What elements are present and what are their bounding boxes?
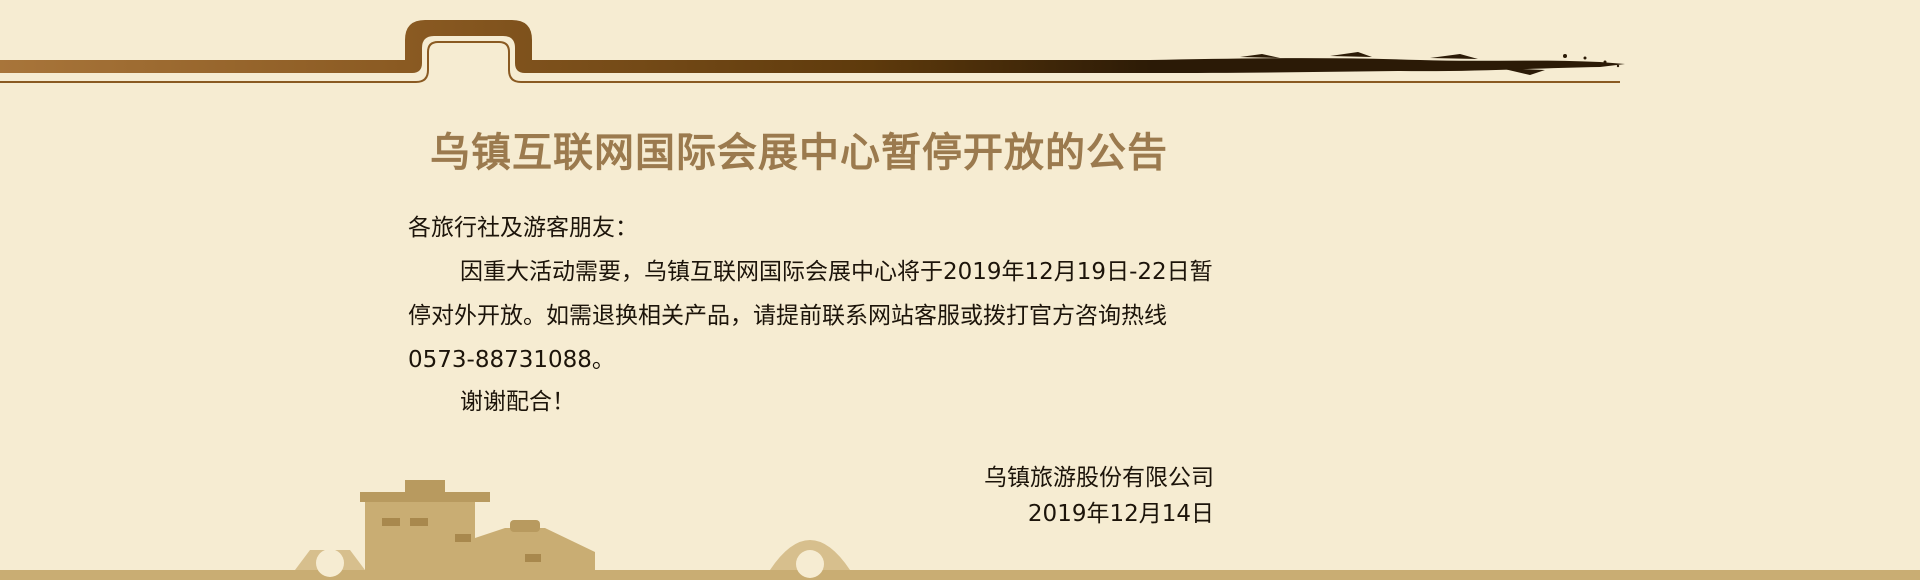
notice-content: 乌镇互联网国际会展中心暂停开放的公告 各旅行社及游客朋友： 因重大活动需要，乌镇… [0,0,1920,580]
notice-signature: 乌镇旅游股份有限公司 2019年12月14日 [984,460,1214,532]
notice-body: 因重大活动需要，乌镇互联网国际会展中心将于2019年12月19日-22日暂停对外… [408,259,1213,373]
notice-title: 乌镇互联网国际会展中心暂停开放的公告 [430,130,1168,176]
notice-greeting: 各旅行社及游客朋友： [408,215,638,241]
announcement-page: 乌镇互联网国际会展中心暂停开放的公告 各旅行社及游客朋友： 因重大活动需要，乌镇… [0,0,1920,580]
signature-date: 2019年12月14日 [1027,501,1214,527]
signature-organization: 乌镇旅游股份有限公司 [984,465,1214,491]
notice-thanks: 谢谢配合！ [460,389,575,415]
